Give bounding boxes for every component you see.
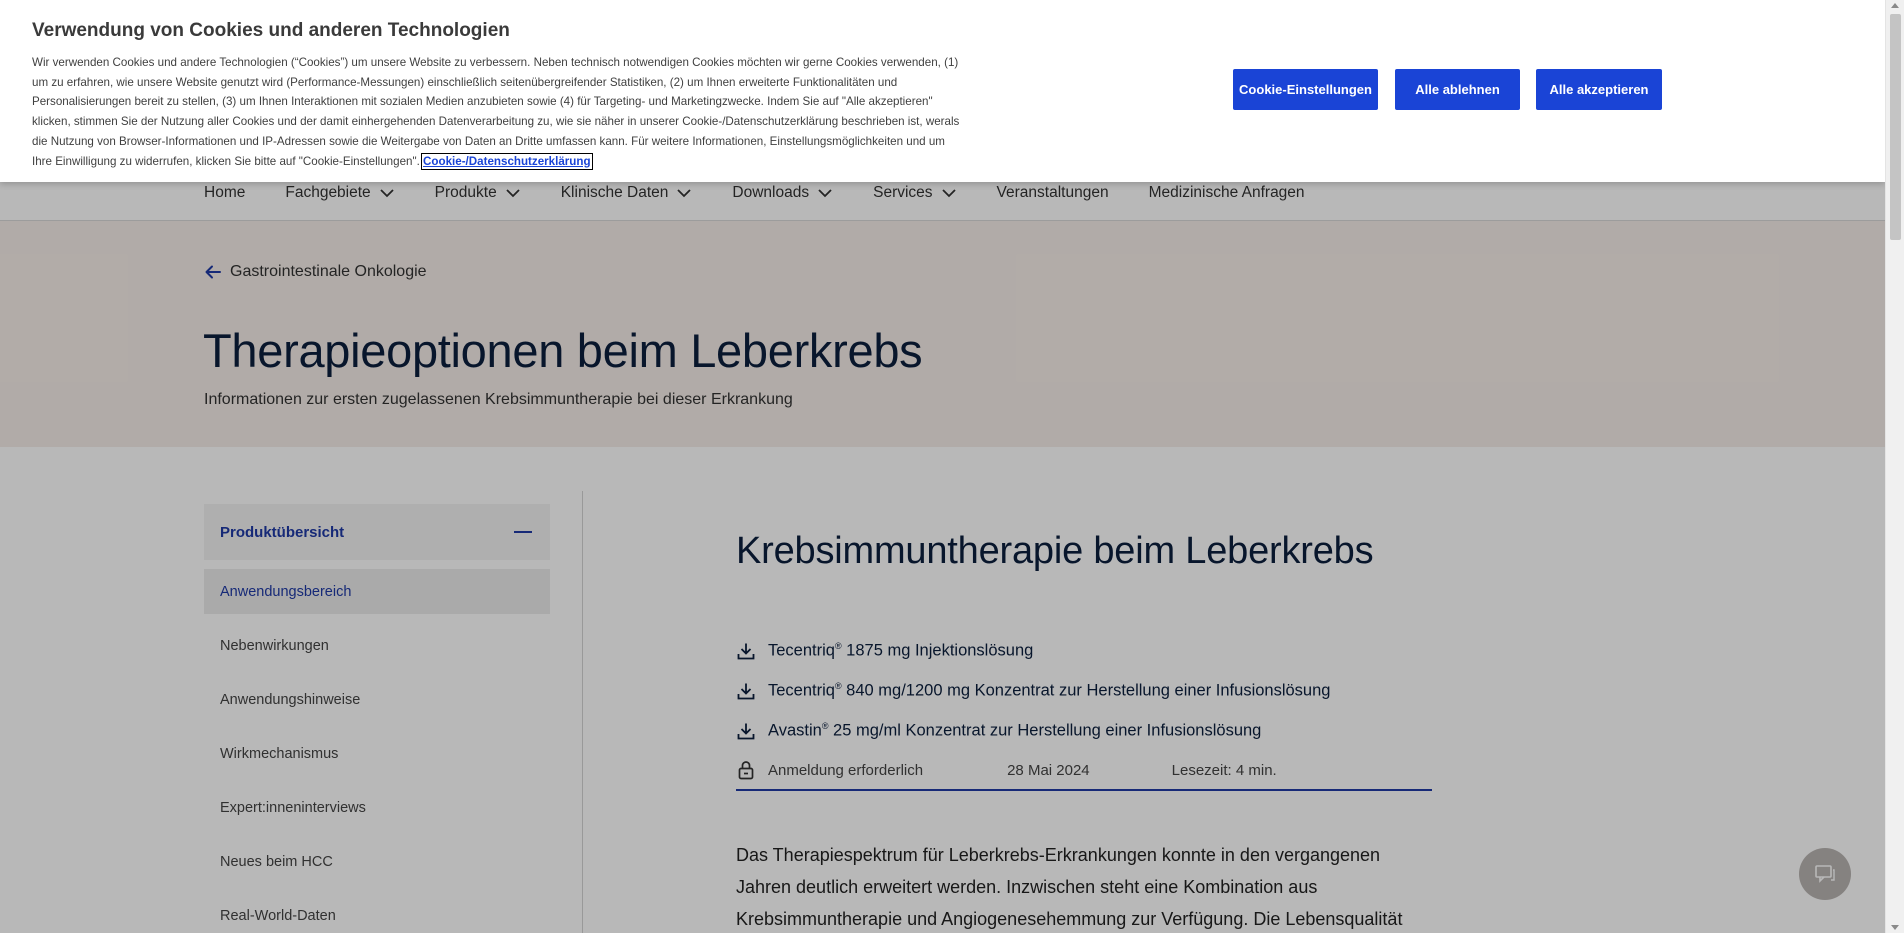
- cookie-banner-text: Wir verwenden Cookies und andere Technol…: [32, 53, 1042, 171]
- cookie-text-segment: die Nutzung von Browser-Informationen un…: [32, 134, 945, 148]
- cookie-banner-title: Verwendung von Cookies und anderen Techn…: [32, 20, 510, 41]
- scroll-up-arrow[interactable]: [1891, 3, 1899, 8]
- cookie-text-line: um zu erfahren, wie unsere Website genut…: [32, 73, 1042, 93]
- cookie-text-segment: Ihre Einwilligung zu widerrufen, klicken…: [32, 154, 420, 168]
- cookie-text-line: Ihre Einwilligung zu widerrufen, klicken…: [32, 152, 1042, 172]
- cookie-text-line: die Nutzung von Browser-Informationen un…: [32, 132, 1042, 152]
- scroll-down-arrow[interactable]: [1891, 925, 1899, 930]
- privacy-policy-link[interactable]: Cookie-/Datenschutzerklärung: [421, 152, 593, 170]
- cookie-text-segment: Wir verwenden Cookies und andere Technol…: [32, 56, 959, 69]
- scrollbar[interactable]: [1885, 0, 1904, 933]
- cookie-text-segment: klicken, stimmen Sie der Nutzung aller C…: [32, 115, 960, 129]
- cookie-settings-button[interactable]: Cookie-Einstellungen: [1233, 69, 1378, 110]
- cookie-text-segment: Personalisierungen bereit zu stellen, (3…: [32, 95, 933, 109]
- cookie-text-line: klicken, stimmen Sie der Nutzung aller C…: [32, 112, 1042, 132]
- cookie-banner: Verwendung von Cookies und anderen Techn…: [0, 0, 1885, 182]
- cookie-text-line: Personalisierungen bereit zu stellen, (3…: [32, 92, 1042, 112]
- reject-all-button[interactable]: Alle ablehnen: [1395, 69, 1520, 110]
- accept-all-button[interactable]: Alle akzeptieren: [1536, 69, 1662, 110]
- cookie-text-segment: um zu erfahren, wie unsere Website genut…: [32, 75, 898, 89]
- scroll-thumb[interactable]: [1890, 14, 1901, 240]
- cookie-text-line: Wir verwenden Cookies und andere Technol…: [32, 53, 1042, 73]
